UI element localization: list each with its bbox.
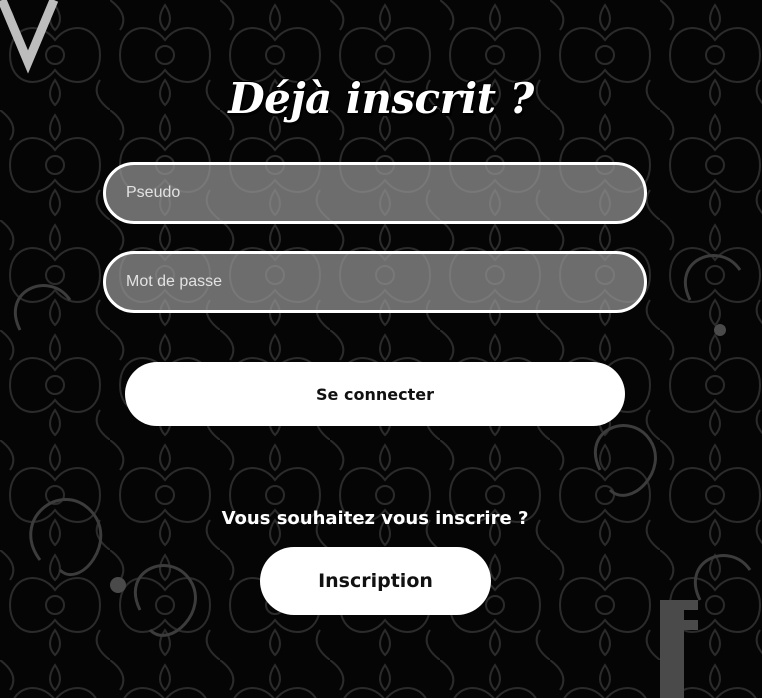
connect-button[interactable]: Se connecter bbox=[125, 362, 625, 426]
password-input[interactable] bbox=[103, 251, 647, 313]
inscription-button[interactable]: Inscription bbox=[260, 547, 491, 615]
pseudo-input[interactable] bbox=[103, 162, 647, 224]
signup-prompt: Vous souhaitez vous inscrire ? bbox=[221, 508, 529, 529]
login-title: Déjà inscrit ? bbox=[228, 74, 534, 123]
